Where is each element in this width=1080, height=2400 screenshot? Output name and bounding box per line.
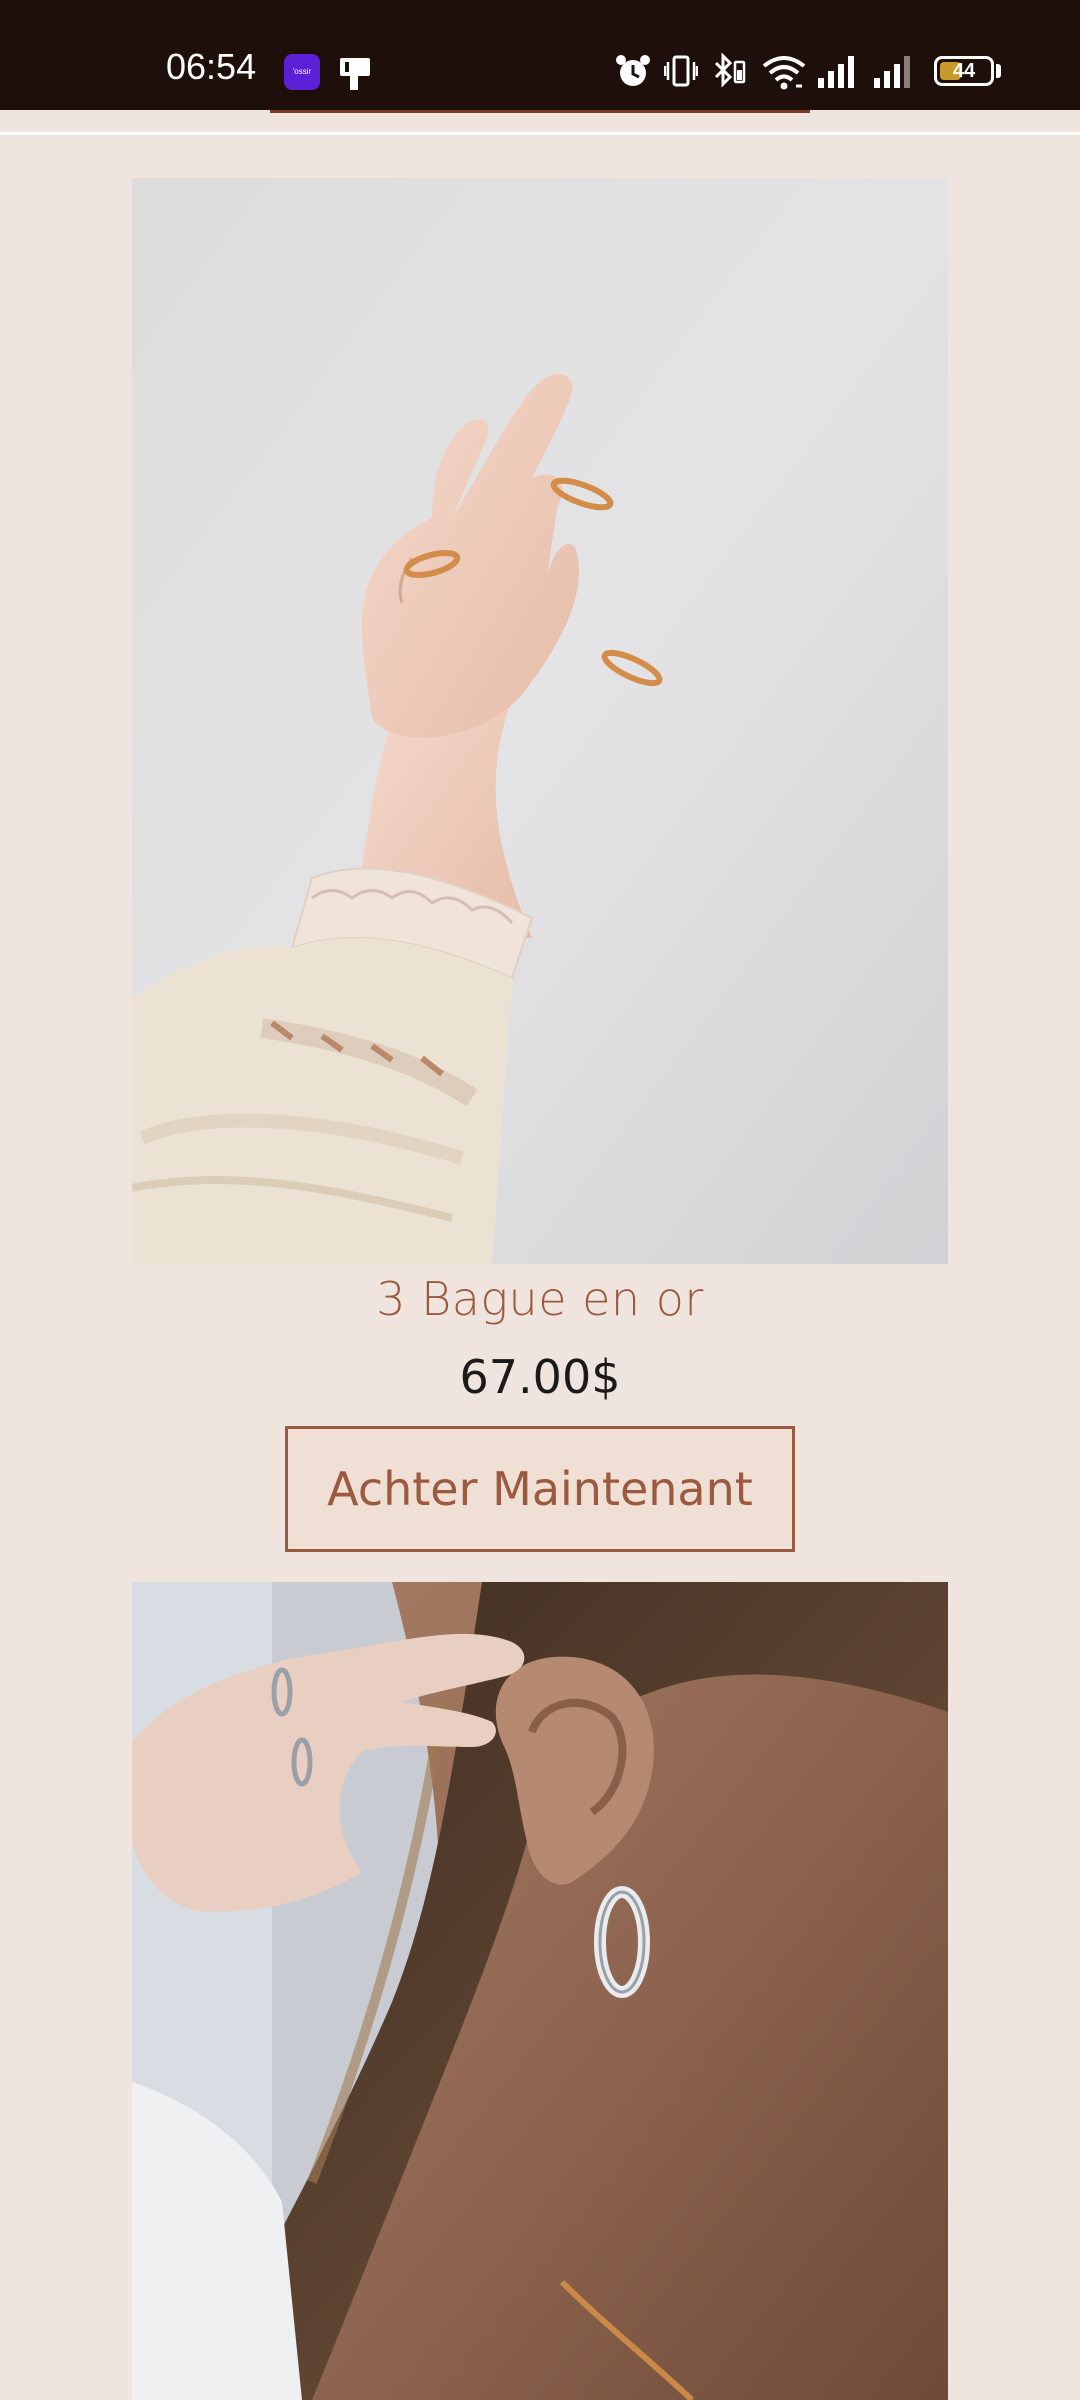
alarm-icon (616, 55, 650, 86)
battery-icon: 44 (934, 56, 994, 86)
ear-with-silver-hoop-earring-photo (132, 1582, 948, 2400)
previous-button-bottom-edge (270, 110, 810, 113)
signal-icon (818, 56, 854, 88)
clipboard-icon (340, 58, 370, 90)
product-image-2[interactable] (132, 1582, 948, 2400)
bluetooth-icon (714, 52, 746, 88)
vibrate-icon (664, 55, 698, 87)
hand-with-gold-rings-photo (132, 178, 948, 1264)
product-image[interactable] (132, 178, 948, 1264)
signal-icon-2 (874, 56, 910, 88)
battery-level: 44 (952, 60, 976, 82)
divider (0, 132, 1080, 135)
wifi-icon (762, 56, 806, 90)
app-notification-icon: 'ossir (284, 54, 320, 90)
status-bar: 06:54 'ossir 44 (0, 0, 1080, 110)
battery-tip (996, 64, 1001, 78)
buy-now-button[interactable]: Achter Maintenant (285, 1426, 795, 1552)
product-title[interactable]: 3 Bague en or (0, 1272, 1080, 1326)
product-price: 67.00$ (459, 1350, 621, 1404)
status-time: 06:54 (166, 46, 257, 87)
